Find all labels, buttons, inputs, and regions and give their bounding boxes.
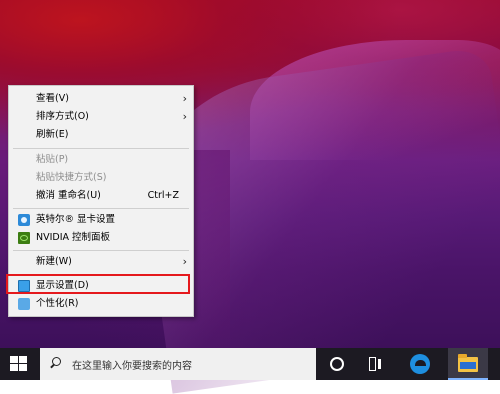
edge-icon[interactable]	[410, 354, 430, 374]
nvidia-icon	[18, 232, 30, 244]
menu-item-intel-graphics[interactable]: 英特尔® 显卡设置	[9, 211, 193, 229]
menu-separator	[13, 148, 189, 149]
menu-item-label: 撤消 重命名(U)	[36, 190, 101, 201]
menu-item-label: 排序方式(O)	[36, 111, 89, 122]
personalize-icon	[18, 298, 30, 310]
search-placeholder: 在这里输入你要搜索的内容	[72, 361, 192, 372]
menu-separator	[13, 208, 189, 209]
menu-item-label: 个性化(R)	[36, 298, 79, 309]
file-explorer-icon[interactable]	[448, 348, 488, 380]
menu-item-new[interactable]: 新建(W) ›	[9, 253, 193, 271]
chevron-right-icon: ›	[182, 110, 187, 123]
menu-item-label: 查看(V)	[36, 93, 69, 104]
menu-item-paste-shortcut[interactable]: 粘贴快捷方式(S)	[9, 169, 193, 187]
highlight-box	[6, 274, 190, 294]
cortana-icon[interactable]	[330, 357, 344, 371]
menu-item-personalize[interactable]: 个性化(R)	[9, 295, 193, 313]
menu-item-label: 新建(W)	[36, 256, 72, 267]
task-view-icon[interactable]	[367, 357, 383, 371]
chevron-right-icon: ›	[182, 92, 187, 105]
taskbar: 在这里输入你要搜索的内容	[0, 348, 500, 380]
menu-item-label: 粘贴快捷方式(S)	[36, 172, 107, 183]
menu-item-label: NVIDIA 控制面板	[36, 232, 111, 243]
menu-item-label: 英特尔® 显卡设置	[36, 214, 116, 225]
menu-item-label: 粘贴(P)	[36, 154, 69, 165]
menu-item-shortcut: Ctrl+Z	[147, 190, 179, 201]
search-input[interactable]: 在这里输入你要搜索的内容	[40, 348, 316, 380]
menu-item-label: 刷新(E)	[36, 129, 69, 140]
menu-item-view[interactable]: 查看(V) ›	[9, 90, 193, 108]
search-icon	[52, 357, 61, 366]
chevron-right-icon: ›	[182, 255, 187, 268]
menu-item-undo-rename[interactable]: 撤消 重命名(U) Ctrl+Z	[9, 187, 193, 205]
menu-item-nvidia-control-panel[interactable]: NVIDIA 控制面板	[9, 229, 193, 247]
menu-separator	[13, 250, 189, 251]
menu-item-sort-by[interactable]: 排序方式(O) ›	[9, 108, 193, 126]
menu-item-paste[interactable]: 粘贴(P)	[9, 151, 193, 169]
windows-start-icon[interactable]	[10, 356, 28, 372]
intel-graphics-icon	[18, 214, 30, 226]
menu-item-refresh[interactable]: 刷新(E)	[9, 126, 193, 144]
